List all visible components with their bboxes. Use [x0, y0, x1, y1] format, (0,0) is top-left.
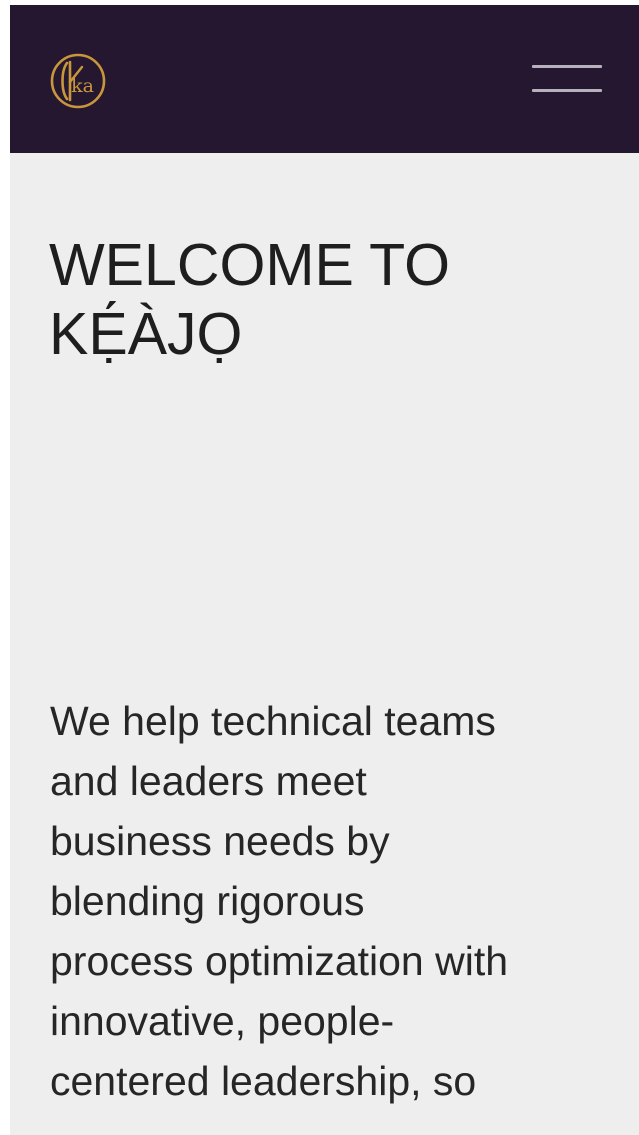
hamburger-icon-bottom-bar: [532, 89, 602, 92]
intro-line: centered leadership, so: [50, 1058, 477, 1104]
page-title: WELCOME TO KẸ́ÀJỌ: [49, 231, 619, 369]
intro-line: innovative, people-: [50, 998, 395, 1044]
logo-letters: ka: [71, 75, 94, 97]
hamburger-icon-top-bar: [532, 65, 602, 68]
intro-line: and leaders meet: [50, 758, 367, 804]
title-line: KẸ́ÀJỌ: [49, 301, 243, 367]
intro-line: business needs by: [50, 818, 390, 864]
title-line: WELCOME TO: [49, 232, 451, 298]
logo-link[interactable]: ka: [46, 49, 110, 113]
menu-button[interactable]: [526, 57, 606, 103]
intro-line: blending rigorous: [50, 878, 365, 924]
intro-line: process optimization with: [50, 938, 509, 984]
keajo-logo-icon: ka: [50, 53, 106, 109]
intro-paragraph: We help technical teams and leaders meet…: [50, 691, 630, 1111]
page: ka WELCOME TO KẸ́ÀJỌ We help technical t…: [10, 5, 639, 1135]
site-header: ka: [10, 5, 639, 153]
intro-line: We help technical teams: [50, 698, 496, 744]
